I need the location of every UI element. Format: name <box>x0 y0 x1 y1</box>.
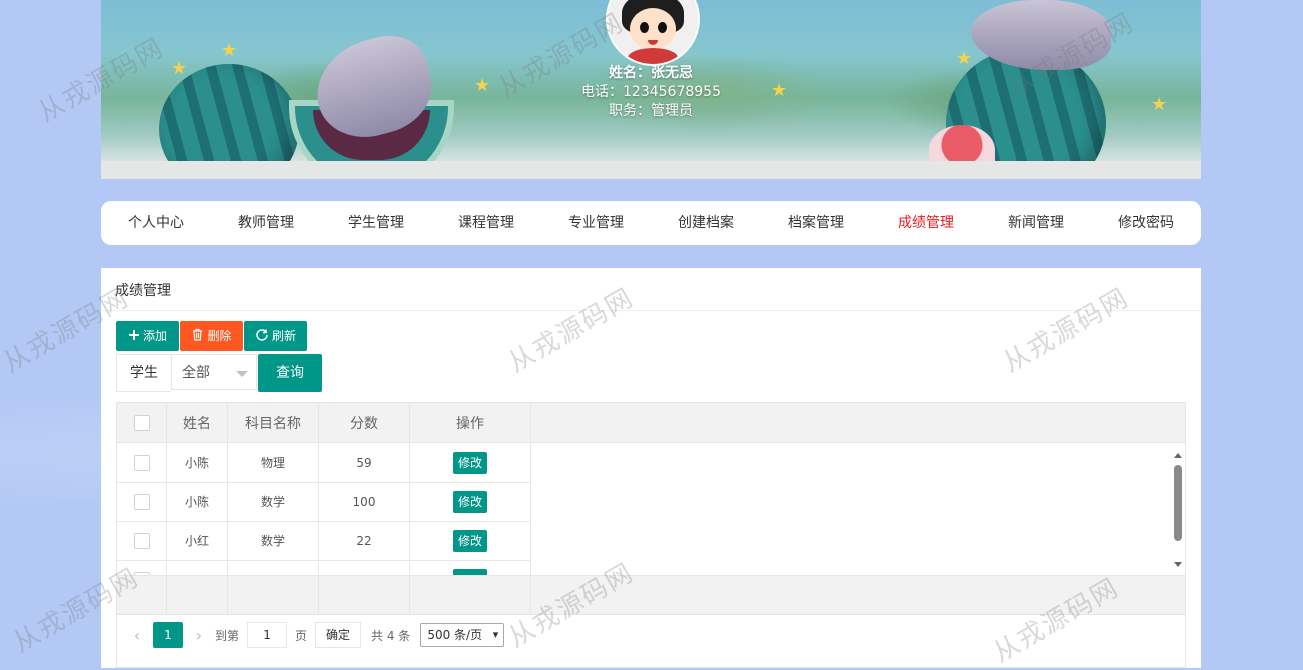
cell-score: 100 <box>319 482 410 521</box>
page-size-value: 500 条/页 <box>427 628 483 642</box>
footer-cell <box>167 576 228 614</box>
score-management-panel: 成绩管理 添加 删除 刷新 学生 全部 查询 姓名 科目名称 分数 操作 小陈 … <box>101 268 1201 668</box>
divider <box>101 310 1201 311</box>
edit-button[interactable]: 修改 <box>452 490 487 513</box>
footer-cell <box>319 576 410 614</box>
plus-icon <box>128 329 140 344</box>
cell-subject: 数学 <box>228 521 319 560</box>
row-checkbox-cell <box>117 560 167 575</box>
table-footer <box>117 575 1185 615</box>
student-filter-select[interactable]: 全部 <box>171 354 257 390</box>
edit-button[interactable]: 修改 <box>452 451 487 474</box>
row-checkbox-cell <box>117 443 167 482</box>
nav-item-change-password[interactable]: 修改密码 <box>1091 201 1201 245</box>
cell-action: 修改 <box>410 521 531 560</box>
goto-confirm-button[interactable]: 确定 <box>315 622 362 648</box>
table-body: 小陈 物理 59 修改 小陈 数学 100 修改 小红 数学 22 修改 <box>117 443 1185 575</box>
table-row-partial <box>117 560 531 575</box>
scroll-down-icon[interactable] <box>1174 562 1182 567</box>
refresh-button[interactable]: 刷新 <box>244 321 307 351</box>
cell-score: 59 <box>319 443 410 482</box>
cell-name: 小陈 <box>167 482 228 521</box>
table-header: 姓名 科目名称 分数 操作 <box>117 403 1185 443</box>
cell-score <box>319 560 410 575</box>
score-table: 姓名 科目名称 分数 操作 小陈 物理 59 修改 小陈 数学 100 修改 小… <box>116 402 1186 668</box>
cell-name: 小红 <box>167 521 228 560</box>
nav-item-personal-center[interactable]: 个人中心 <box>101 201 211 245</box>
panel-title: 成绩管理 <box>115 283 171 299</box>
page-size-select[interactable]: 500 条/页 ▾ <box>420 623 505 647</box>
cell-name <box>167 560 228 575</box>
header-subject: 科目名称 <box>228 403 319 442</box>
user-name: 姓名：张无忌 <box>609 65 693 81</box>
nav-item-create-archive[interactable]: 创建档案 <box>651 201 761 245</box>
delete-button[interactable]: 删除 <box>180 321 243 351</box>
goto-page-input[interactable]: 1 <box>247 622 288 648</box>
footer-cell <box>117 576 167 614</box>
scroll-thumb[interactable] <box>1174 465 1182 541</box>
cell-name: 小陈 <box>167 443 228 482</box>
delete-button-label: 删除 <box>207 329 232 343</box>
page-unit-label: 页 <box>295 628 308 643</box>
star-icon: ★ <box>221 40 238 61</box>
nav-item-teacher-management[interactable]: 教师管理 <box>211 201 321 245</box>
nav-item-news-management[interactable]: 新闻管理 <box>981 201 1091 245</box>
query-button[interactable]: 查询 <box>258 354 322 392</box>
chevron-left-icon[interactable]: ‹ <box>125 626 149 645</box>
banner-ground <box>101 161 1201 179</box>
refresh-icon <box>255 328 269 345</box>
scroll-up-icon[interactable] <box>1174 453 1182 458</box>
nav-item-course-management[interactable]: 课程管理 <box>431 201 541 245</box>
cell-subject: 数学 <box>228 482 319 521</box>
user-role: 职务：管理员 <box>609 103 693 119</box>
current-page[interactable]: 1 <box>153 622 183 648</box>
user-phone: 电话：12345678955 <box>581 84 721 100</box>
header-score: 分数 <box>319 403 410 442</box>
table-scrollbar[interactable] <box>1171 443 1185 575</box>
cell-action: 修改 <box>410 482 531 521</box>
row-checkbox-cell <box>117 521 167 560</box>
pagination: ‹ 1 › 到第 1 页 确定 共 4 条 500 条/页 ▾ <box>117 615 1185 655</box>
row-checkbox[interactable] <box>133 532 150 549</box>
cell-action <box>410 560 531 575</box>
cell-subject <box>228 560 319 575</box>
add-button-label: 添加 <box>142 329 167 343</box>
footer-cell <box>410 576 531 614</box>
nav-item-score-management[interactable]: 成绩管理 <box>871 201 981 245</box>
student-filter-label: 学生 <box>116 354 171 392</box>
refresh-button-label: 刷新 <box>271 329 296 343</box>
chevron-down-icon <box>236 371 248 377</box>
edit-button[interactable]: 修改 <box>452 529 487 552</box>
footer-cell <box>228 576 319 614</box>
header-name: 姓名 <box>167 403 228 442</box>
table-row: 小陈 物理 59 修改 <box>117 443 531 483</box>
table-row: 小红 数学 22 修改 <box>117 521 531 561</box>
cell-action: 修改 <box>410 443 531 482</box>
total-count: 共 4 条 <box>371 628 411 643</box>
select-all-checkbox[interactable] <box>133 414 150 431</box>
search-bar: 学生 全部 查询 <box>116 354 322 392</box>
header-banner: ★ ★ ★ ★ ★ ★ 姓名：张无忌 电话：12345678955 职务：管理员 <box>101 0 1201 179</box>
goto-label: 到第 <box>215 628 240 643</box>
chevron-down-icon: ▾ <box>492 628 499 641</box>
nav-item-archive-management[interactable]: 档案管理 <box>761 201 871 245</box>
nav-item-major-management[interactable]: 专业管理 <box>541 201 651 245</box>
nav-item-student-management[interactable]: 学生管理 <box>321 201 431 245</box>
student-filter-value: 全部 <box>182 365 210 381</box>
add-button[interactable]: 添加 <box>116 321 179 351</box>
cell-score: 22 <box>319 521 410 560</box>
table-row: 小陈 数学 100 修改 <box>117 482 531 522</box>
header-checkbox-cell <box>117 403 167 442</box>
chevron-right-icon[interactable]: › <box>187 626 211 645</box>
main-nav: 个人中心 教师管理 学生管理 课程管理 专业管理 创建档案 档案管理 成绩管理 … <box>101 201 1201 245</box>
cell-subject: 物理 <box>228 443 319 482</box>
row-checkbox[interactable] <box>133 493 150 510</box>
trash-icon <box>191 328 204 344</box>
header-action: 操作 <box>410 403 531 442</box>
row-checkbox[interactable] <box>133 454 150 471</box>
row-checkbox-cell <box>117 482 167 521</box>
